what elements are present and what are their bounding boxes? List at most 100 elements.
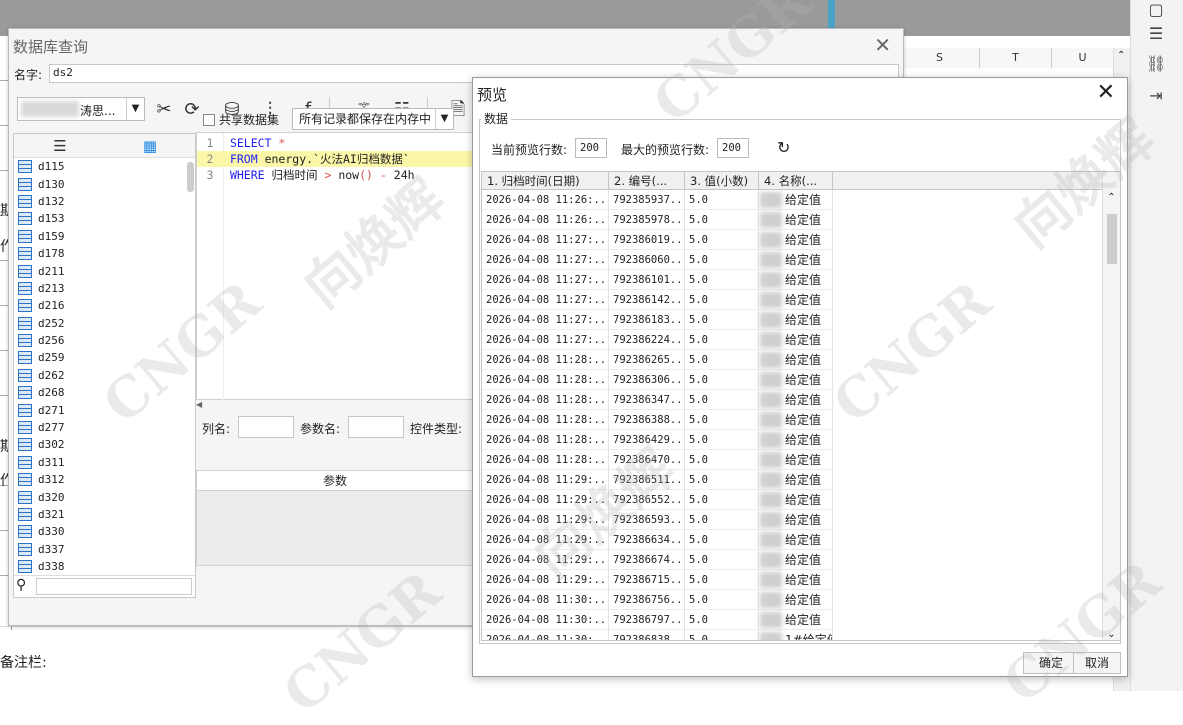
table-row[interactable]: 2026-04-08 11:29:... 792386593... 5.0 给定值 (482, 510, 1120, 530)
table-row[interactable]: 2026-04-08 11:29:... 792386511... 5.0 给定值 (482, 470, 1120, 490)
table-row[interactable]: 2026-04-08 11:27:... 792386019... 5.0 给定值 (482, 230, 1120, 250)
memory-mode-select[interactable]: 所有记录都保存在内存中 ▼ (292, 108, 454, 130)
table-list-item[interactable]: d211 (14, 262, 186, 279)
table-cell: 2026-04-08 11:26:... (482, 210, 609, 230)
close-icon[interactable]: ✕ (874, 33, 891, 57)
close-icon[interactable]: ✕ (1097, 80, 1115, 105)
table-icon (18, 386, 32, 400)
table-row[interactable]: 2026-04-08 11:28:... 792386347... 5.0 给定值 (482, 390, 1120, 410)
chevron-down-icon[interactable]: ▼ (126, 98, 144, 120)
table-list-item[interactable]: d115 (14, 158, 186, 175)
table-row[interactable]: 2026-04-08 11:30:... 792386797... 5.0 给定值 (482, 610, 1120, 630)
max-rows-input[interactable]: 200 (717, 138, 749, 158)
table-row[interactable]: 2026-04-08 11:29:... 792386715... 5.0 给定值 (482, 570, 1120, 590)
table-search-input[interactable] (36, 578, 192, 595)
table-list-item[interactable]: d130 (14, 175, 186, 192)
ok-button[interactable]: 确定 (1023, 652, 1079, 674)
table-row[interactable]: 2026-04-08 11:28:... 792386470... 5.0 给定值 (482, 450, 1120, 470)
table-list-item[interactable]: d271 (14, 401, 186, 418)
table-list-item[interactable]: d311 (14, 454, 186, 471)
table-list-scrollbar[interactable] (187, 162, 194, 192)
table-list-item[interactable]: d268 (14, 384, 186, 401)
table-list-item[interactable]: d321 (14, 506, 186, 523)
param-name-input[interactable] (348, 416, 404, 438)
table-list-item[interactable]: d213 (14, 280, 186, 297)
panel-icon-list[interactable]: ☰ (1146, 24, 1166, 44)
table-cell: 792386388... (609, 410, 685, 430)
chevron-down-icon[interactable]: ⌄ (1103, 629, 1120, 640)
table-row[interactable]: 2026-04-08 11:26:... 792385978... 5.0 给定值 (482, 210, 1120, 230)
table-row[interactable]: 2026-04-08 11:30:... 792386756... 5.0 给定值 (482, 590, 1120, 610)
column-header-u[interactable]: U (1052, 48, 1114, 68)
tools-icon[interactable]: ✂ (151, 97, 177, 123)
table-view-icon[interactable]: ▦ (138, 137, 162, 155)
table-list-item[interactable]: d256 (14, 332, 186, 349)
column-header[interactable]: 2. 编号(... (609, 172, 685, 190)
current-rows-input[interactable]: 200 (575, 138, 607, 158)
chevron-up-icon[interactable]: ⌃ (1103, 192, 1120, 203)
table-row[interactable]: 2026-04-08 11:27:... 792386183... 5.0 给定值 (482, 310, 1120, 330)
table-row[interactable]: 2026-04-08 11:27:... 792386101... 5.0 给定值 (482, 270, 1120, 290)
table-row[interactable]: 2026-04-08 11:27:... 792386060... 5.0 给定值 (482, 250, 1120, 270)
table-list-item[interactable]: d153 (14, 210, 186, 227)
sql-horizontal-scrollbar[interactable]: ◀ (196, 400, 474, 410)
table-row[interactable]: 2026-04-08 11:28:... 792386306... 5.0 给定值 (482, 370, 1120, 390)
column-header[interactable]: 4. 名称(... (759, 172, 833, 190)
redacted-block (760, 232, 782, 248)
table-list-item[interactable]: d337 (14, 541, 186, 558)
list-view-icon[interactable]: ☰ (48, 137, 72, 155)
column-header-t[interactable]: T (980, 48, 1052, 68)
table-list-item[interactable]: d252 (14, 315, 186, 332)
table-list[interactable]: d115 d130 d132 d153 d159 d178 d211 d213 d216 d252… (14, 158, 186, 574)
chevron-down-icon[interactable]: ▼ (435, 109, 453, 129)
table-list-item[interactable]: d312 (14, 471, 186, 488)
table-row[interactable]: 2026-04-08 11:27:... 792386224... 5.0 给定值 (482, 330, 1120, 350)
preview-table-scrollbar[interactable]: ⌃ ⌄ (1102, 172, 1120, 640)
table-row[interactable]: 2026-04-08 11:26:... 792385937... 5.0 给定值 (482, 190, 1120, 210)
table-list-item[interactable]: d302 (14, 436, 186, 453)
link-icon[interactable]: ⛓ (1146, 54, 1166, 74)
table-list-item[interactable]: d320 (14, 488, 186, 505)
table-name: d211 (38, 264, 65, 278)
table-icon (18, 421, 32, 435)
table-list-item[interactable]: d132 (14, 193, 186, 210)
scroll-up-icon[interactable]: ⌃ (1117, 50, 1125, 61)
panel-icon-square[interactable]: ▢ (1146, 0, 1166, 20)
table-list-item[interactable]: d277 (14, 419, 186, 436)
sql-editor[interactable]: 1 SELECT * 2 FROM energy.`火法AI归档数据` 3 WH… (196, 132, 474, 401)
table-cell: 5.0 (685, 450, 759, 470)
table-list-item[interactable]: d262 (14, 367, 186, 384)
table-list-item[interactable]: d338 (14, 558, 186, 574)
scrollbar-thumb[interactable] (1107, 214, 1117, 264)
connection-select-value: 涛思... (80, 104, 116, 118)
table-list-item[interactable]: d259 (14, 349, 186, 366)
table-cell: 2026-04-08 11:28:... (482, 390, 609, 410)
column-header[interactable]: 1. 归档时间(日期) (482, 172, 609, 190)
table-row[interactable]: 2026-04-08 11:29:... 792386634... 5.0 给定值 (482, 530, 1120, 550)
table-row[interactable]: 2026-04-08 11:27:... 792386142... 5.0 给定值 (482, 290, 1120, 310)
table-row[interactable]: 2026-04-08 11:28:... 792386265... 5.0 给定值 (482, 350, 1120, 370)
share-dataset-checkbox[interactable] (203, 114, 215, 126)
sql-line-2: 2 FROM energy.`火法AI归档数据` (197, 151, 473, 167)
table-cell: 792386306... (609, 370, 685, 390)
table-list-item[interactable]: d178 (14, 245, 186, 262)
column-header[interactable]: 3. 值(小数) (685, 172, 759, 190)
redacted-block (760, 392, 782, 408)
refresh-icon[interactable]: ↻ (777, 138, 790, 157)
connection-select[interactable]: 涛思... ▼ (17, 97, 145, 121)
cancel-button[interactable]: 取消 (1073, 652, 1121, 674)
table-row[interactable]: 2026-04-08 11:28:... 792386388... 5.0 给定值 (482, 410, 1120, 430)
table-row[interactable]: 2026-04-08 11:30:...792386838...5.01#给定值 (482, 630, 1120, 640)
table-list-item[interactable]: d216 (14, 297, 186, 314)
import-icon[interactable]: ⇥ (1146, 86, 1166, 106)
column-name-input[interactable] (238, 416, 294, 438)
table-list-item[interactable]: d159 (14, 228, 186, 245)
table-row[interactable]: 2026-04-08 11:29:... 792386674... 5.0 给定值 (482, 550, 1120, 570)
table-list-item[interactable]: d330 (14, 523, 186, 540)
sql-line-3: 3 WHERE 归档时间 > now() - 24h (197, 167, 473, 183)
column-header-s[interactable]: S (900, 48, 980, 68)
table-row[interactable]: 2026-04-08 11:29:... 792386552... 5.0 给定值 (482, 490, 1120, 510)
table-row[interactable]: 2026-04-08 11:28:... 792386429... 5.0 给定值 (482, 430, 1120, 450)
table-cell: 2026-04-08 11:26:... (482, 190, 609, 210)
table-cell: 792386142... (609, 290, 685, 310)
